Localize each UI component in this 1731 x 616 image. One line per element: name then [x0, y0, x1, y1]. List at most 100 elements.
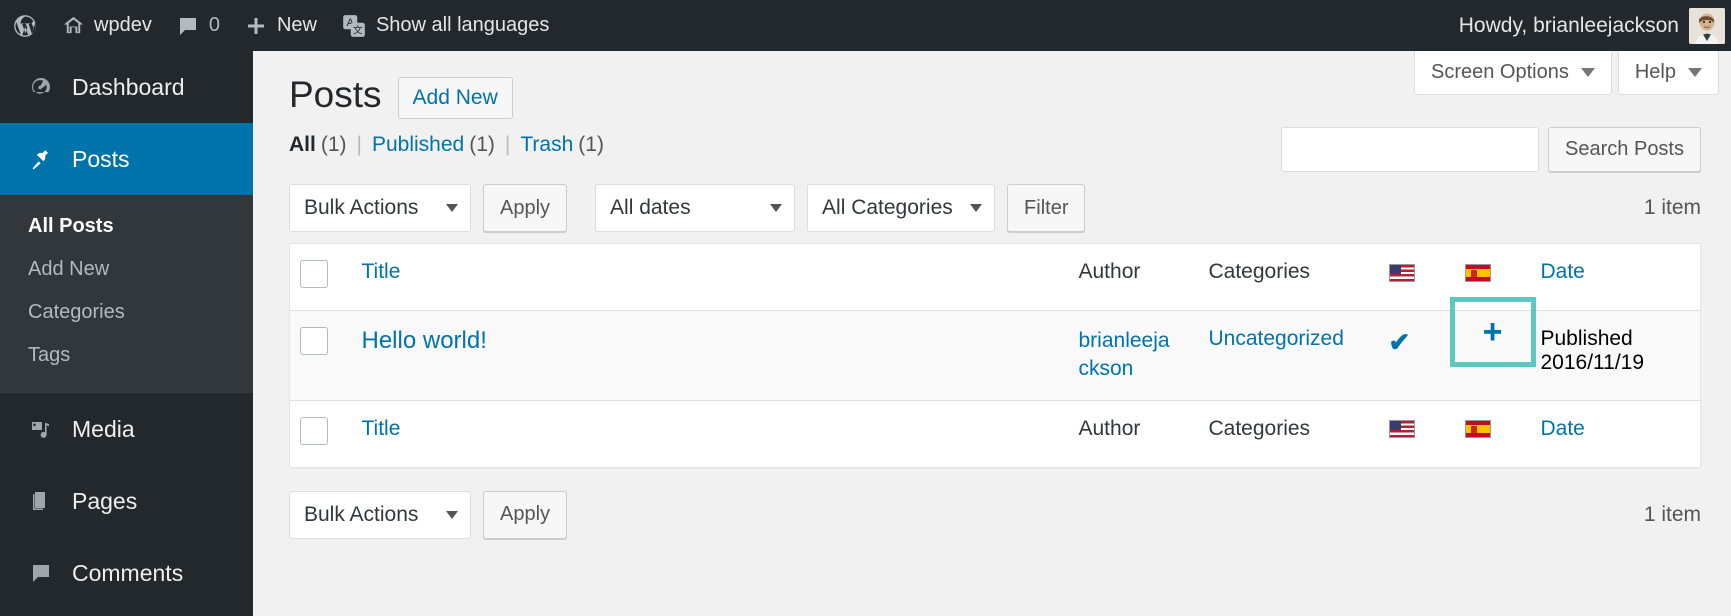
- post-date-value: 2016/11/19: [1540, 351, 1645, 375]
- row-translation-english-cell: ✔: [1378, 310, 1455, 401]
- avatar: [1689, 7, 1725, 44]
- new-content-menu-item[interactable]: New: [232, 0, 329, 51]
- admin-sidebar-menu: Dashboard Posts All Posts Add New Catego…: [0, 51, 261, 616]
- sidebar-item-label: Media: [72, 415, 135, 442]
- pages-icon: [28, 489, 54, 513]
- sidebar-subitem-tags[interactable]: Tags: [0, 334, 253, 377]
- languages-menu-item[interactable]: A 文 Show all languages: [329, 0, 561, 51]
- column-footer-author: Author: [1068, 399, 1199, 468]
- flag-es-icon: [1464, 420, 1491, 439]
- comment-bubble-icon: [176, 14, 200, 38]
- category-filter-select[interactable]: All Categories: [807, 184, 996, 233]
- status-link-all[interactable]: All (1) |: [289, 133, 372, 157]
- add-new-post-button[interactable]: Add New: [397, 77, 513, 120]
- select-all-header: [289, 243, 352, 312]
- media-icon: [28, 417, 54, 441]
- tablenav-bottom: Bulk Actions Apply 1 item: [289, 490, 1701, 540]
- plus-icon: [244, 14, 268, 38]
- column-footer-flag-english: [1378, 399, 1455, 468]
- dashboard-icon: [28, 75, 54, 99]
- apply-button-top[interactable]: Apply: [483, 184, 568, 233]
- chevron-down-icon: [446, 204, 458, 213]
- row-date-cell: Published 2016/11/19: [1530, 310, 1701, 401]
- status-link-published[interactable]: Published (1) |: [372, 133, 520, 157]
- displaying-num-top: 1 item: [1643, 196, 1701, 220]
- search-posts-button[interactable]: Search Posts: [1548, 127, 1701, 172]
- status-link-all-count: (1): [320, 133, 347, 157]
- chevron-down-icon: [970, 204, 983, 213]
- comments-menu-item[interactable]: 0: [164, 0, 232, 51]
- sidebar-item-comments[interactable]: Comments: [0, 537, 253, 609]
- column-header-title[interactable]: Title: [351, 243, 1069, 312]
- my-account-menu-item[interactable]: Howdy, brianleejackson: [1459, 0, 1731, 51]
- status-link-trash[interactable]: Trash (1): [520, 133, 604, 157]
- row-select-cell: [289, 310, 352, 401]
- column-header-date-label[interactable]: Date: [1541, 260, 1585, 283]
- search-box: Search Posts: [1281, 127, 1701, 172]
- select-all-checkbox-footer[interactable]: [300, 416, 328, 445]
- column-header-categories: Categories: [1198, 243, 1379, 312]
- add-spanish-translation-button[interactable]: +: [1483, 315, 1503, 349]
- row-translation-spanish-cell: +: [1449, 297, 1536, 401]
- row-checkbox[interactable]: [300, 327, 328, 356]
- bulk-actions-value: Bulk Actions: [304, 196, 419, 220]
- date-filter-select[interactable]: All dates: [595, 184, 796, 233]
- check-icon: ✔: [1388, 327, 1411, 358]
- table-row: Hello world! brianleejackson Uncategoriz…: [289, 297, 1701, 401]
- column-header-date[interactable]: Date: [1530, 243, 1701, 312]
- sidebar-subitem-categories[interactable]: Categories: [0, 291, 253, 334]
- post-status-label: Published: [1540, 327, 1633, 351]
- site-name-label: wpdev: [94, 14, 152, 36]
- column-footer-title[interactable]: Title: [351, 399, 1069, 468]
- admin-bar: wpdev 0 New A 文 Show all languages Howdy…: [0, 0, 1731, 51]
- site-name-menu-item[interactable]: wpdev: [50, 0, 164, 51]
- home-icon: [62, 14, 85, 37]
- sidebar-item-label: Pages: [72, 487, 138, 514]
- sidebar-item-label: Posts: [72, 145, 130, 172]
- column-footer-categories: Categories: [1198, 399, 1379, 468]
- column-header-title-label[interactable]: Title: [362, 260, 401, 283]
- search-input[interactable]: [1281, 127, 1540, 172]
- table-footer-row: Title Author Categories Date: [289, 399, 1701, 468]
- filter-button[interactable]: Filter: [1007, 184, 1086, 233]
- sidebar-subitem-add-new[interactable]: Add New: [0, 248, 253, 291]
- comments-icon: [28, 561, 54, 585]
- main-content: Screen Options Help Posts Add New All (1…: [253, 51, 1731, 616]
- howdy-label: Howdy, brianleejackson: [1458, 13, 1679, 37]
- bulk-actions-select-bottom[interactable]: Bulk Actions: [289, 490, 471, 539]
- column-header-flag-english: [1378, 243, 1455, 312]
- sidebar-item-posts[interactable]: Posts: [0, 123, 261, 195]
- tablenav-top: Bulk Actions Apply All dates All Categor…: [289, 183, 1701, 233]
- bulk-actions-select-top[interactable]: Bulk Actions: [289, 184, 471, 233]
- pin-icon: [28, 147, 54, 171]
- chevron-down-icon: [446, 510, 458, 519]
- status-link-published-label[interactable]: Published: [372, 133, 464, 157]
- sidebar-item-label: Comments: [72, 559, 184, 586]
- sidebar-subitem-all-posts[interactable]: All Posts: [0, 205, 253, 248]
- posts-list-table: Title Author Categories Date Hello world…: [289, 243, 1701, 468]
- row-title-cell: Hello world!: [351, 310, 1069, 401]
- sidebar-item-pages[interactable]: Pages: [0, 465, 253, 537]
- sidebar-item-dashboard[interactable]: Dashboard: [0, 51, 253, 123]
- post-category-link[interactable]: Uncategorized: [1209, 327, 1344, 350]
- post-author-link[interactable]: brianleejackson: [1079, 327, 1171, 384]
- status-link-trash-count: (1): [578, 133, 604, 157]
- sidebar-item-label: Dashboard: [72, 73, 185, 100]
- table-body: Hello world! brianleejackson Uncategoriz…: [289, 297, 1701, 401]
- post-title-link[interactable]: Hello world!: [362, 327, 487, 354]
- column-footer-date-label[interactable]: Date: [1541, 417, 1585, 440]
- displaying-num-bottom: 1 item: [1643, 502, 1701, 526]
- column-footer-date[interactable]: Date: [1530, 399, 1701, 468]
- posts-page-wrap: Posts Add New All (1) | Published (1) | …: [253, 51, 1731, 540]
- column-footer-title-label[interactable]: Title: [362, 417, 401, 440]
- select-all-checkbox[interactable]: [300, 260, 328, 289]
- apply-button-bottom[interactable]: Apply: [483, 490, 568, 539]
- status-link-trash-label[interactable]: Trash: [520, 133, 573, 157]
- chevron-down-icon: [770, 204, 783, 213]
- page-heading-row: Posts Add New: [289, 71, 1701, 120]
- wp-logo-menu-item[interactable]: [0, 0, 50, 51]
- flag-es-icon: [1464, 263, 1491, 282]
- comments-count: 0: [208, 14, 220, 36]
- status-link-all-label[interactable]: All: [289, 133, 316, 157]
- sidebar-item-media[interactable]: Media: [0, 393, 253, 465]
